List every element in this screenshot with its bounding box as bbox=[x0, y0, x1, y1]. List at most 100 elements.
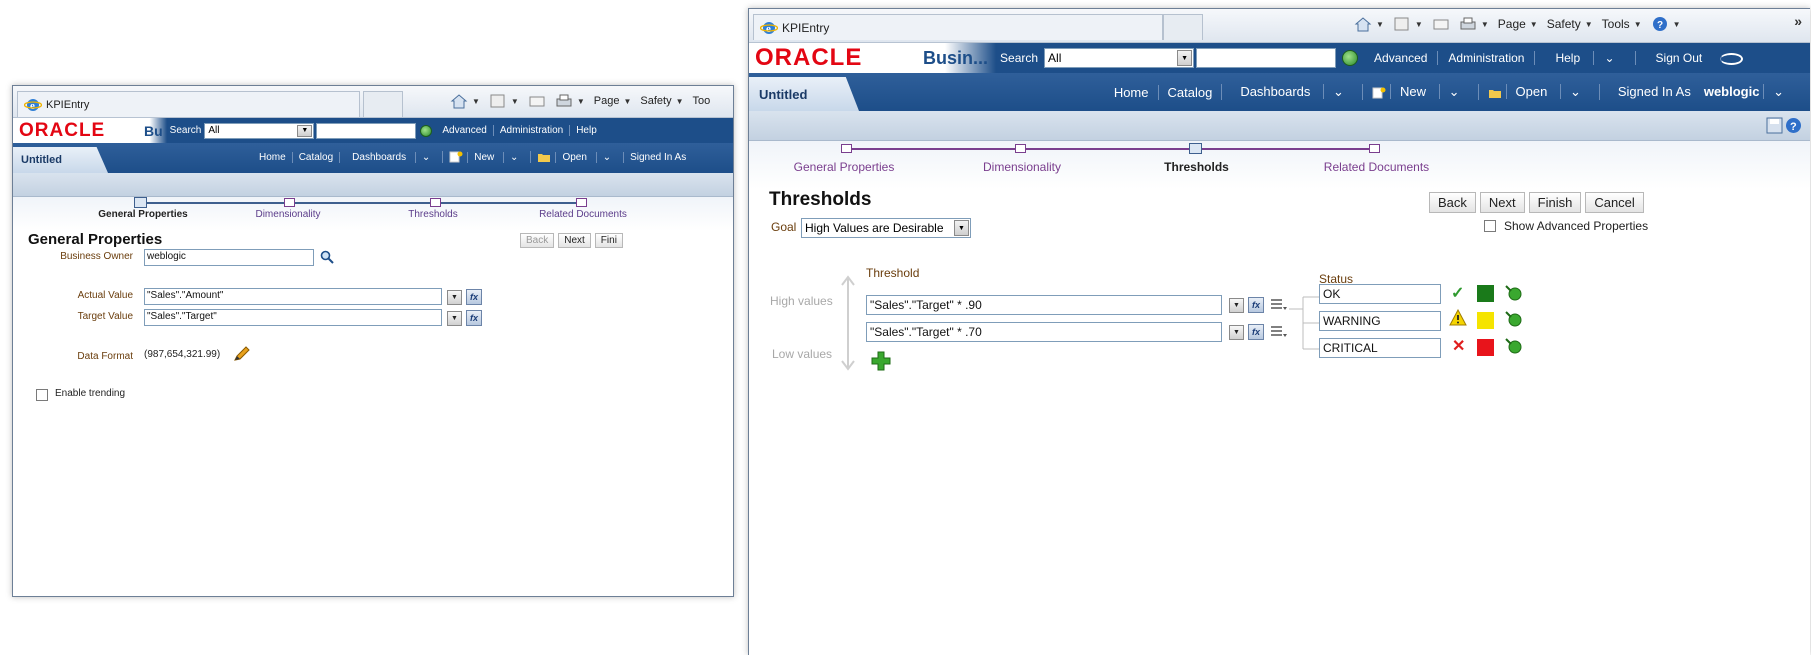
threshold-input-2[interactable]: "Sales"."Target" * .70 bbox=[866, 322, 1222, 342]
signed-in-menu[interactable]: Signed In As weblogic ⌄ bbox=[1598, 84, 1802, 100]
train-node-dimensionality[interactable] bbox=[1015, 144, 1026, 153]
chevron-down-icon[interactable]: ▼ bbox=[1177, 50, 1193, 66]
new-menu[interactable]: New ⌄ bbox=[1361, 84, 1478, 100]
pencil-icon[interactable] bbox=[233, 346, 251, 362]
more-commands-icon[interactable]: » bbox=[1794, 13, 1802, 29]
chevron-down-icon[interactable]: ▼ bbox=[447, 311, 462, 326]
search-scope-select[interactable]: All ▼ bbox=[1044, 48, 1195, 68]
safety-menu[interactable]: Safety bbox=[640, 95, 671, 107]
help-icon[interactable]: ? bbox=[1785, 117, 1802, 134]
goal-select[interactable]: High Values are Desirable ▼ bbox=[801, 218, 971, 238]
finish-button[interactable]: Finish bbox=[1528, 192, 1582, 213]
status-input-warning[interactable]: WARNING bbox=[1319, 311, 1441, 331]
status-color-ok[interactable] bbox=[1477, 285, 1494, 302]
catalog-link[interactable]: Catalog bbox=[291, 151, 339, 163]
threshold-input-1[interactable]: "Sales"."Target" * .90 bbox=[866, 295, 1222, 315]
cancel-button[interactable]: Cancel bbox=[1585, 192, 1644, 213]
operator-list-icon[interactable] bbox=[1270, 298, 1288, 312]
formula-icon[interactable]: fx bbox=[466, 289, 482, 305]
train-step-dimensionality[interactable]: Dimensionality bbox=[962, 160, 1082, 174]
status-icon-picker-icon[interactable] bbox=[1504, 337, 1524, 355]
chevron-down-icon[interactable]: ▼ bbox=[1229, 325, 1244, 340]
status-icon-picker-icon[interactable] bbox=[1504, 310, 1524, 328]
new-tab-button[interactable] bbox=[363, 91, 403, 117]
add-threshold-icon[interactable] bbox=[871, 351, 891, 371]
train-step-thresholds[interactable]: Thresholds bbox=[388, 209, 478, 220]
mail-icon[interactable] bbox=[528, 93, 546, 109]
home-link[interactable]: Home bbox=[253, 152, 292, 163]
sign-out-link[interactable]: Sign Out bbox=[1634, 51, 1754, 65]
chevron-down-icon[interactable]: ▼ bbox=[1585, 20, 1593, 29]
print-icon[interactable] bbox=[1459, 16, 1477, 32]
page-menu[interactable]: Page bbox=[1498, 17, 1526, 31]
new-menu[interactable]: New ⌄ bbox=[442, 151, 530, 163]
train-node-thresholds[interactable] bbox=[1189, 143, 1202, 154]
chevron-down-icon[interactable]: ▼ bbox=[1530, 20, 1538, 29]
operator-list-icon[interactable] bbox=[1270, 325, 1288, 339]
next-button[interactable]: Next bbox=[558, 233, 591, 248]
advanced-link[interactable]: Advanced bbox=[1364, 51, 1437, 65]
status-input-critical[interactable]: CRITICAL bbox=[1319, 338, 1441, 358]
chevron-down-icon[interactable]: ▼ bbox=[1481, 20, 1489, 29]
browser-tab[interactable]: e KPIEntry bbox=[753, 14, 1163, 40]
status-icon-picker-icon[interactable] bbox=[1504, 284, 1524, 302]
help-link[interactable]: Help bbox=[569, 125, 603, 136]
chevron-down-icon[interactable]: ▼ bbox=[297, 124, 313, 137]
mail-icon[interactable] bbox=[1432, 16, 1450, 32]
finish-button[interactable]: Fini bbox=[594, 233, 623, 248]
help-icon[interactable]: ? bbox=[1651, 16, 1669, 32]
chevron-down-icon[interactable]: ▼ bbox=[1673, 20, 1681, 29]
home-icon[interactable] bbox=[1354, 16, 1372, 32]
actual-value-input[interactable]: "Sales"."Amount" bbox=[144, 288, 442, 305]
train-step-general[interactable]: General Properties bbox=[83, 209, 203, 220]
browser-tab[interactable]: e KPIEntry bbox=[17, 91, 360, 117]
chevron-down-icon[interactable]: ▼ bbox=[1229, 298, 1244, 313]
train-step-dimensionality[interactable]: Dimensionality bbox=[238, 209, 338, 220]
enable-trending-checkbox[interactable] bbox=[36, 389, 48, 401]
formula-icon[interactable]: fx bbox=[466, 310, 482, 326]
train-node-general[interactable] bbox=[841, 144, 852, 153]
chevron-down-icon[interactable]: ▼ bbox=[676, 97, 684, 106]
advanced-link[interactable]: Advanced bbox=[436, 125, 492, 136]
new-tab-button[interactable] bbox=[1163, 14, 1203, 40]
search-go-icon[interactable] bbox=[420, 124, 433, 137]
chevron-down-icon[interactable]: ▼ bbox=[511, 97, 519, 106]
next-button[interactable]: Next bbox=[1479, 192, 1525, 213]
show-advanced-checkbox[interactable] bbox=[1484, 220, 1496, 232]
search-icon[interactable] bbox=[320, 250, 334, 264]
search-input[interactable] bbox=[1196, 48, 1337, 68]
train-node-general[interactable] bbox=[134, 197, 147, 208]
feeds-icon[interactable] bbox=[1393, 16, 1411, 32]
home-link[interactable]: Home bbox=[1105, 85, 1158, 100]
train-node-related[interactable] bbox=[1369, 144, 1380, 153]
tools-menu[interactable]: Too bbox=[693, 95, 711, 107]
chevron-down-icon[interactable]: ▼ bbox=[447, 290, 462, 305]
formula-icon[interactable]: fx bbox=[1248, 297, 1264, 313]
save-icon[interactable] bbox=[1766, 117, 1783, 134]
untitled-tab[interactable]: Untitled bbox=[749, 77, 859, 111]
search-go-icon[interactable] bbox=[1342, 50, 1359, 66]
untitled-tab[interactable]: Untitled bbox=[13, 147, 108, 173]
target-value-input[interactable]: "Sales"."Target" bbox=[144, 309, 442, 326]
chevron-down-icon[interactable]: ▼ bbox=[472, 97, 480, 106]
search-scope-select[interactable]: All ▼ bbox=[204, 122, 315, 139]
catalog-link[interactable]: Catalog bbox=[1157, 84, 1222, 100]
chevron-down-icon[interactable]: ▼ bbox=[1634, 20, 1642, 29]
chevron-down-icon[interactable]: ▼ bbox=[623, 97, 631, 106]
administration-link[interactable]: Administration bbox=[492, 125, 569, 136]
home-icon[interactable] bbox=[450, 93, 468, 109]
print-icon[interactable] bbox=[555, 93, 573, 109]
train-node-thresholds[interactable] bbox=[430, 198, 441, 207]
chevron-down-icon[interactable]: ▼ bbox=[577, 97, 585, 106]
chevron-down-icon[interactable]: ▼ bbox=[954, 220, 969, 236]
safety-menu[interactable]: Safety bbox=[1547, 17, 1581, 31]
status-input-ok[interactable]: OK bbox=[1319, 284, 1441, 304]
back-button[interactable]: Back bbox=[520, 233, 555, 248]
status-color-critical[interactable] bbox=[1477, 339, 1494, 356]
train-step-related[interactable]: Related Documents bbox=[1314, 160, 1439, 174]
dashboards-menu[interactable]: Dashboards ⌄ bbox=[1221, 84, 1362, 100]
formula-icon[interactable]: fx bbox=[1248, 324, 1264, 340]
dashboards-menu[interactable]: Dashboards ⌄ bbox=[339, 151, 442, 163]
chevron-down-icon[interactable]: ▼ bbox=[1376, 20, 1384, 29]
tools-menu[interactable]: Tools bbox=[1602, 17, 1630, 31]
